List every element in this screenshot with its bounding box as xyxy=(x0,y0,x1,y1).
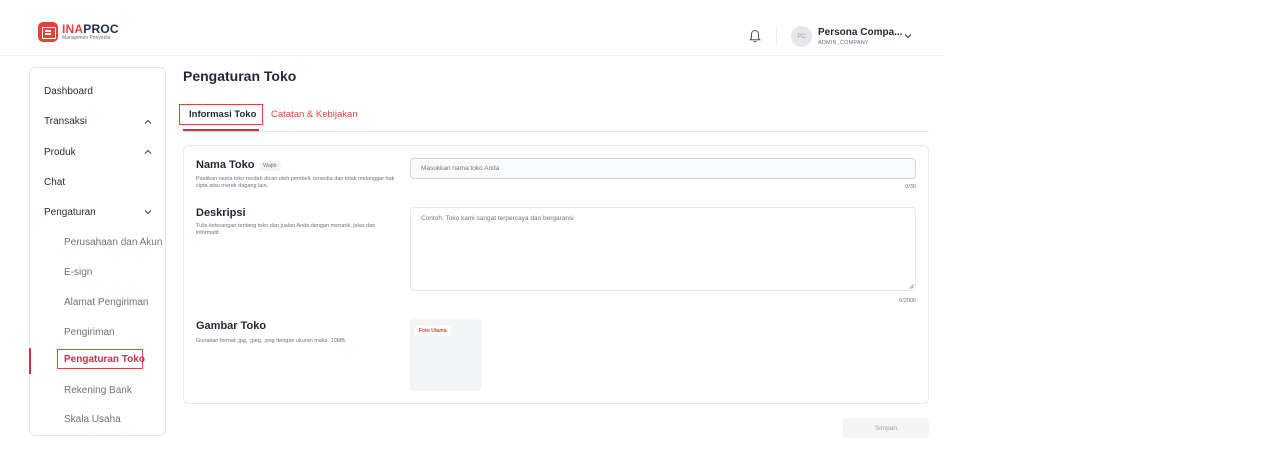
description-textarea[interactable] xyxy=(410,207,916,291)
chevron-up-icon[interactable] xyxy=(144,149,152,155)
sidebar-item-produk[interactable]: Produk xyxy=(44,147,76,158)
active-indicator xyxy=(29,348,31,374)
bell-icon[interactable] xyxy=(749,29,761,43)
sidebar-subitem-perusahaan[interactable]: Perusahaan dan Akun xyxy=(64,237,162,248)
tab-informasi-toko[interactable]: Informasi Toko xyxy=(189,109,256,120)
logo-text: INAPROC Manajemen Penyedia xyxy=(62,23,119,41)
sidebar-subitem-pengaturan-toko[interactable]: Pengaturan Toko xyxy=(64,354,145,365)
store-name-counter: 0/30 xyxy=(905,184,916,190)
logo-title-accent: INA xyxy=(62,22,84,36)
user-role: ADMIN_COMPANY xyxy=(818,40,869,46)
avatar[interactable]: PC xyxy=(791,26,812,47)
top-header: INAPROC Manajemen Penyedia PC Persona Co… xyxy=(0,0,945,56)
page-title: Pengaturan Toko xyxy=(183,68,297,84)
store-image-help: Gunakan format .jpg, .jpeg, .png dengan … xyxy=(196,338,347,344)
tab-catatan-kebijakan[interactable]: Catatan & Kebijakan xyxy=(271,109,358,120)
description-label: Deskripsi xyxy=(196,207,246,219)
store-name-input[interactable] xyxy=(410,158,916,179)
store-name-help: Pastikan nama toko mudah dicari oleh pem… xyxy=(196,176,395,190)
logo-title-rest: PROC xyxy=(83,22,119,36)
sidebar-subitem-alamat[interactable]: Alamat Pengiriman xyxy=(64,297,148,308)
image-upload-box[interactable]: Foto Utama xyxy=(410,319,482,391)
tabs-divider xyxy=(183,131,929,132)
description-help: Tulis keterangan tentang toko dan jualan… xyxy=(196,223,376,237)
chevron-down-icon[interactable] xyxy=(904,33,912,39)
sidebar-subitem-skala[interactable]: Skala Usaha xyxy=(64,414,121,425)
chevron-up-icon[interactable] xyxy=(144,119,152,125)
inaproc-logo[interactable]: INAPROC Manajemen Penyedia xyxy=(38,22,119,42)
main-photo-tag: Foto Utama xyxy=(415,326,451,336)
save-button[interactable]: Simpan xyxy=(843,418,929,438)
sidebar-item-pengaturan[interactable]: Pengaturan xyxy=(44,207,96,218)
active-tab-underline xyxy=(183,129,259,131)
user-name[interactable]: Persona Compa... xyxy=(818,27,902,38)
sidebar-subitem-pengiriman[interactable]: Pengiriman xyxy=(64,327,115,338)
logo-subtitle: Manajemen Penyedia xyxy=(62,35,111,41)
header-divider xyxy=(776,27,777,45)
resize-handle-icon[interactable] xyxy=(909,284,914,289)
store-logo-icon xyxy=(38,22,58,42)
required-badge: Wajib xyxy=(259,161,281,171)
chevron-down-icon[interactable] xyxy=(144,209,152,215)
sidebar-item-transaksi[interactable]: Transaksi xyxy=(44,116,87,127)
sidebar: Dashboard Transaksi Produk Chat Pengatur… xyxy=(29,67,166,436)
store-name-label: Nama Toko xyxy=(196,159,255,171)
sidebar-subitem-esign[interactable]: E-sign xyxy=(64,267,92,278)
store-image-label: Gambar Toko xyxy=(196,320,267,332)
logo-title: INAPROC xyxy=(62,23,119,35)
sidebar-subitem-rekening[interactable]: Rekening Bank xyxy=(64,385,132,396)
sidebar-item-chat[interactable]: Chat xyxy=(44,177,65,188)
sidebar-item-dashboard[interactable]: Dashboard xyxy=(44,86,93,97)
description-counter: 0/2000 xyxy=(899,298,916,304)
